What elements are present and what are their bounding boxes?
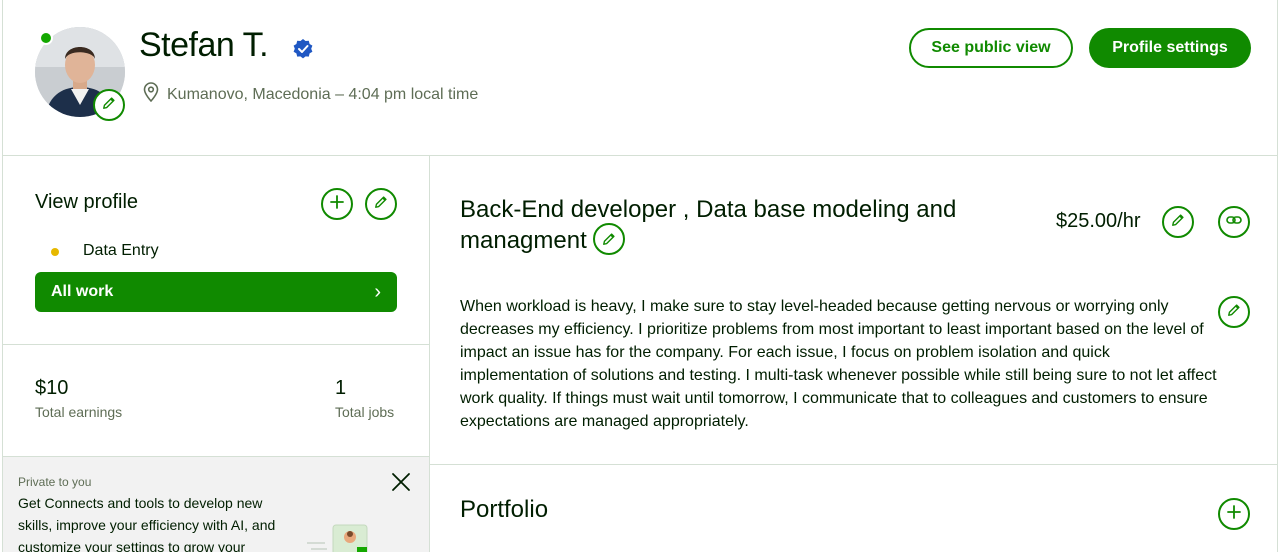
edit-photo-button[interactable] [93, 89, 125, 121]
location-text: Kumanovo, Macedonia – 4:04 pm local time [167, 85, 479, 103]
location-pin-icon [143, 82, 159, 107]
avatar-container [35, 27, 125, 121]
view-profile-title: View profile [35, 191, 139, 213]
promo-text: Get Connects and tools to develop new sk… [18, 495, 276, 552]
verified-badge-icon [292, 38, 314, 60]
plus-icon [1227, 504, 1241, 524]
private-label: Private to you [18, 475, 92, 489]
total-jobs-label: Total jobs [335, 404, 395, 420]
specialized-profile-data-entry[interactable]: Data Entry [83, 242, 159, 260]
profile-settings-button[interactable]: Profile settings [1089, 28, 1251, 68]
total-earnings-value: $10 [35, 377, 69, 399]
profile-header: Stefan T. Kumanovo, Macedonia – 4:04 pm … [3, 0, 1278, 156]
left-sidebar: View profile Data Entry All work › $10 T… [3, 156, 430, 552]
profile-name: Stefan T. [139, 26, 269, 64]
pencil-icon [374, 195, 388, 214]
location-line: Kumanovo, Macedonia – 4:04 pm local time [143, 82, 478, 107]
see-public-view-button[interactable]: See public view [909, 28, 1073, 68]
profile-title: Back-End developer , Data base modeling … [460, 194, 1020, 258]
promo-card: Private to you Get Connects and tools to… [3, 457, 429, 552]
profile-page: Stefan T. Kumanovo, Macedonia – 4:04 pm … [2, 0, 1278, 552]
pencil-icon [1227, 303, 1241, 322]
edit-title-button[interactable] [592, 222, 625, 255]
edit-rate-button[interactable] [1162, 206, 1194, 238]
divider [3, 344, 429, 345]
chevron-right-icon: › [374, 280, 381, 303]
pencil-icon [102, 96, 116, 115]
link-icon [1226, 213, 1242, 231]
all-work-button[interactable]: All work › [35, 272, 397, 312]
close-icon[interactable] [389, 470, 413, 494]
pencil-icon [602, 223, 616, 254]
all-work-label: All work [51, 283, 114, 300]
total-jobs-value: 1 [335, 377, 347, 399]
add-portfolio-button[interactable] [1218, 498, 1250, 530]
main-content: Back-End developer , Data base modeling … [430, 156, 1278, 552]
total-earnings-label: Total earnings [35, 404, 123, 420]
profile-overview: When workload is heavy, I make sure to s… [460, 298, 1217, 430]
copy-link-button[interactable] [1218, 206, 1250, 238]
edit-profiles-button[interactable] [365, 188, 397, 220]
plus-icon [330, 194, 344, 214]
divider [430, 464, 1278, 465]
hourly-rate: $25.00/hr [1056, 210, 1141, 232]
promo-illustration [303, 517, 373, 552]
add-profile-button[interactable] [321, 188, 353, 220]
online-status-dot [39, 31, 53, 45]
pencil-icon [1171, 213, 1185, 232]
specialized-profile-bullet [51, 248, 59, 256]
edit-overview-button[interactable] [1218, 296, 1250, 328]
portfolio-title: Portfolio [460, 496, 549, 523]
profile-title-text: Back-End developer , Data base modeling … [460, 196, 957, 254]
